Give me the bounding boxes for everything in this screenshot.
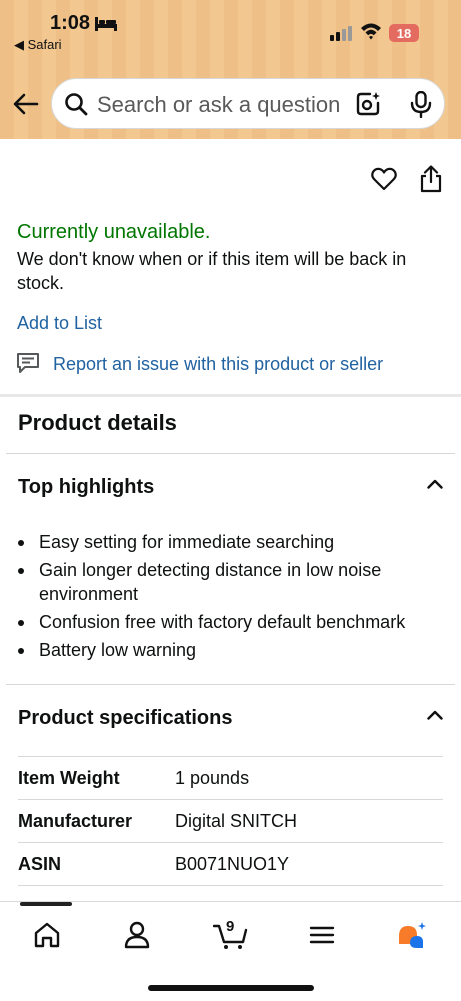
highlight-text: Confusion free with factory default benc… <box>39 612 406 632</box>
list-item: Battery low warning <box>0 638 439 662</box>
bullet <box>18 568 24 574</box>
product-specifications-toggle[interactable]: Product specifications <box>18 707 233 730</box>
cart-count: 9 <box>226 918 235 935</box>
cart-button[interactable]: 9 <box>213 918 249 950</box>
divider <box>18 799 443 800</box>
search-icon <box>65 93 88 116</box>
table-row: Manufacturer Digital SNITCH <box>18 811 443 853</box>
back-to-safari[interactable]: ◀ Safari <box>14 37 62 53</box>
active-tab-indicator <box>20 902 72 906</box>
cellular-signal-icon <box>330 26 352 41</box>
share-icon[interactable] <box>419 165 443 193</box>
list-item: Easy setting for immediate searching <box>0 530 439 554</box>
account-icon[interactable] <box>120 920 154 950</box>
availability-message: We don't know when or if this item will … <box>17 249 407 293</box>
sleep-mode-icon <box>95 17 117 31</box>
wifi-icon <box>361 23 381 40</box>
microphone-icon[interactable] <box>410 91 432 118</box>
add-to-list-link[interactable]: Add to List <box>17 313 102 334</box>
spec-value: B0071NUO1Y <box>175 854 290 874</box>
spec-key: Manufacturer <box>18 811 133 831</box>
divider <box>6 453 455 454</box>
status-time: 1:08 <box>50 12 91 34</box>
camera-lens-icon[interactable] <box>355 91 381 117</box>
list-item: Confusion free with factory default benc… <box>0 610 439 634</box>
product-details-heading: Product details <box>18 410 177 435</box>
bottom-navigation: 9 <box>0 901 461 1001</box>
highlight-text: Battery low warning <box>39 640 197 660</box>
divider <box>18 756 443 757</box>
divider <box>18 885 443 886</box>
bullet <box>18 620 24 626</box>
top-header: 1:08 ◀ Safari 18 Search or ask a questio… <box>0 0 461 139</box>
spec-value: 1 pounds <box>175 768 250 788</box>
top-highlights-toggle[interactable]: Top highlights <box>18 476 154 499</box>
spec-value: Digital SNITCH <box>175 811 298 831</box>
table-row: ASIN B0071NUO1Y <box>18 854 443 896</box>
section-divider <box>0 394 461 397</box>
divider <box>18 842 443 843</box>
home-indicator <box>148 985 314 991</box>
report-issue-link[interactable]: Report an issue with this product or sel… <box>53 354 383 375</box>
chevron-up-icon[interactable] <box>427 710 443 720</box>
list-item: Gain longer detecting distance in low no… <box>0 558 439 606</box>
bullet <box>18 648 24 654</box>
report-issue-icon <box>17 353 39 373</box>
highlight-text: Easy setting for immediate searching <box>39 532 335 552</box>
battery-indicator: 18 <box>389 24 419 42</box>
back-arrow-icon[interactable] <box>13 93 39 115</box>
spec-key: Item Weight <box>18 768 120 788</box>
bullet <box>18 540 24 546</box>
menu-icon[interactable] <box>305 920 339 950</box>
table-row: Item Weight 1 pounds <box>18 768 443 810</box>
search-input[interactable]: Search or ask a question <box>97 92 345 118</box>
highlights-list: Easy setting for immediate searching Gai… <box>0 530 461 666</box>
spec-key: ASIN <box>18 854 62 874</box>
heart-icon[interactable] <box>371 167 397 191</box>
chevron-up-icon[interactable] <box>427 479 443 489</box>
divider <box>6 684 455 685</box>
search-bar[interactable]: Search or ask a question <box>51 78 445 129</box>
rufus-assistant-icon[interactable] <box>395 920 429 950</box>
highlight-text: Gain longer detecting distance in low no… <box>39 560 382 604</box>
home-icon[interactable] <box>30 920 64 950</box>
availability-status: Currently unavailable. <box>17 221 211 243</box>
